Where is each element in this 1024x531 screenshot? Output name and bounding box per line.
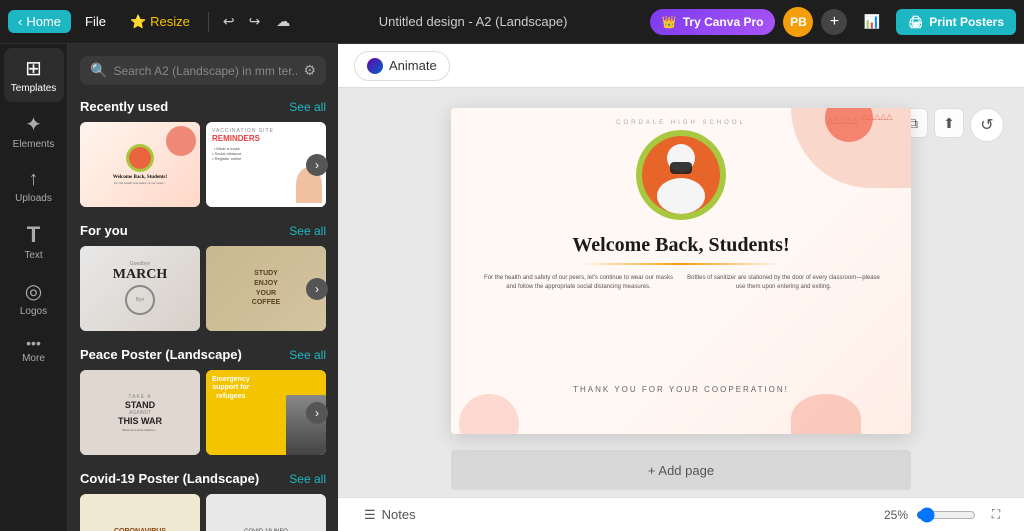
covid-poster-title: Covid-19 Poster (Landscape) xyxy=(80,471,259,486)
bottom-right: 25% ⛶ xyxy=(884,503,1008,527)
notes-icon: ☰ xyxy=(364,507,376,523)
search-bar[interactable]: 🔍 ⚙ xyxy=(80,56,326,85)
template-covid-2[interactable]: COVID-19 INFO xyxy=(206,494,326,531)
for-you-see-all[interactable]: See all xyxy=(289,224,326,238)
sidebar-item-more[interactable]: ••• More xyxy=(4,327,64,372)
poster-avatar xyxy=(636,130,726,220)
sidebar-icons: ⊞ Templates ✦ Elements ↑ Uploads T Text … xyxy=(0,44,68,531)
nav-separator xyxy=(208,12,209,32)
expand-button[interactable]: ⛶ xyxy=(984,503,1008,527)
templates-icon: ⊞ xyxy=(25,56,42,81)
deco-blob-bottom xyxy=(791,394,861,434)
home-button[interactable]: ‹ Home xyxy=(8,10,71,33)
add-page-bar[interactable]: + Add page xyxy=(451,450,911,490)
template-take-stand[interactable]: TAKE A STAND AGAINST THIS WAR Black and … xyxy=(80,370,200,455)
download-button[interactable]: ⬆ xyxy=(934,108,964,138)
sidebar-item-uploads[interactable]: ↑ Uploads xyxy=(4,160,64,212)
poster-body-text: For the health and safety of our peers, … xyxy=(451,274,911,292)
print-posters-button[interactable]: 🖨 Print Posters xyxy=(896,9,1016,35)
try-canva-button[interactable]: 👑 Try Canva Pro xyxy=(650,9,776,35)
sidebar-item-logos[interactable]: ◎ Logos xyxy=(4,271,64,325)
poster-welcome-text: Welcome Back, Students! xyxy=(572,234,789,257)
analytics-button[interactable]: 📊 xyxy=(855,10,888,34)
for-you-nav-arrow[interactable]: › xyxy=(306,278,328,300)
plus-button[interactable]: + xyxy=(821,9,847,35)
school-name: CORDALE HIGH SCHOOL xyxy=(616,120,746,126)
recently-used-see-all[interactable]: See all xyxy=(289,100,326,114)
elements-icon: ✦ xyxy=(25,112,42,137)
text-icon: T xyxy=(27,222,40,248)
peace-poster-nav-arrow[interactable]: › xyxy=(306,402,328,424)
covid-poster-see-all[interactable]: See all xyxy=(289,472,326,486)
covid-poster-grid: CORONAVIRUS COVID-19 INFO xyxy=(80,494,326,531)
sidebar-item-text[interactable]: T Text xyxy=(4,214,64,269)
for-you-title: For you xyxy=(80,223,128,238)
poster-body-left: For the health and safety of our peers, … xyxy=(481,274,676,292)
covid-poster-header: Covid-19 Poster (Landscape) See all xyxy=(80,471,326,486)
bottom-bar: ☰ Notes 25% ⛶ xyxy=(338,497,1024,531)
uploads-icon: ↑ xyxy=(29,168,39,191)
peace-poster-title: Peace Poster (Landscape) xyxy=(80,347,242,362)
resize-button[interactable]: ⭐ Resize xyxy=(120,10,200,34)
poster-content: △△△△△ △△△△△ CORDALE HIGH SCHOOL xyxy=(451,108,911,434)
recently-used-header: Recently used See all xyxy=(80,99,326,114)
recently-used-grid: Welcome Back, Students! For the health a… xyxy=(80,122,326,207)
cloud-button[interactable]: ☁ xyxy=(270,9,296,34)
template-welcome-back[interactable]: Welcome Back, Students! For the health a… xyxy=(80,122,200,207)
poster-thank-you: THANK YOU FOR YOUR COOPERATION! xyxy=(573,385,789,394)
nav-right-area: 👑 Try Canva Pro PB + 📊 🖨 Print Posters xyxy=(650,7,1016,37)
refresh-button[interactable]: ↺ xyxy=(970,108,1004,142)
canvas-area: Animate ⧉ ⬆ ↺ △△△△△ △△△△△ xyxy=(338,44,1024,531)
notes-button[interactable]: ☰ Notes xyxy=(354,503,426,527)
peace-poster-header: Peace Poster (Landscape) See all xyxy=(80,347,326,362)
more-icon: ••• xyxy=(26,335,41,351)
print-icon: 🖨 xyxy=(908,15,923,29)
deco-circle-bottom xyxy=(459,394,519,434)
crown-icon: 👑 xyxy=(662,15,677,29)
template-corona[interactable]: CORONAVIRUS xyxy=(80,494,200,531)
for-you-grid: Goodbye MARCH Bye STUDYENJOYYOURCOFFEE › xyxy=(80,246,326,331)
star-icon: ⭐ xyxy=(130,14,146,30)
sidebar-item-elements[interactable]: ✦ Elements xyxy=(4,104,64,158)
nav-title-area: Untitled design - A2 (Landscape) xyxy=(300,14,645,29)
zoom-level: 25% xyxy=(884,508,908,522)
undo-button[interactable]: ↩ xyxy=(217,9,241,34)
file-button[interactable]: File xyxy=(75,10,116,33)
logos-icon: ◎ xyxy=(25,279,42,304)
zoom-slider[interactable] xyxy=(916,507,976,523)
template-march[interactable]: Goodbye MARCH Bye xyxy=(80,246,200,331)
canvas-container: ⧉ ⬆ ↺ △△△△△ △△△△△ CORDALE HIGH xyxy=(338,88,1024,497)
sidebar-item-templates[interactable]: ⊞ Templates xyxy=(4,48,64,102)
poster-underline xyxy=(581,263,781,265)
recently-used-title: Recently used xyxy=(80,99,168,114)
document-title: Untitled design - A2 (Landscape) xyxy=(379,14,568,29)
person-silhouette xyxy=(642,136,720,214)
add-page-text: + Add page xyxy=(648,463,714,478)
animate-button[interactable]: Animate xyxy=(354,51,450,81)
filter-icon[interactable]: ⚙ xyxy=(303,62,316,79)
canvas-top-tools: ⧉ ⬆ ↺ xyxy=(898,108,1004,142)
search-input[interactable] xyxy=(113,64,297,78)
canvas-toolbar: Animate xyxy=(338,44,1024,88)
peace-poster-see-all[interactable]: See all xyxy=(289,348,326,362)
templates-panel: 🔍 ⚙ Recently used See all Welcome Back, … xyxy=(68,44,338,531)
poster-body-right: Bottles of sanitizer are stationed by th… xyxy=(686,274,881,292)
top-nav: ‹ Home File ⭐ Resize ↩ ↪ ☁ Untitled desi… xyxy=(0,0,1024,44)
chevron-left-icon: ‹ xyxy=(18,14,22,29)
for-you-header: For you See all xyxy=(80,223,326,238)
peace-poster-grid: TAKE A STAND AGAINST THIS WAR Black and … xyxy=(80,370,326,455)
undo-redo-group: ↩ ↪ xyxy=(217,9,266,34)
user-avatar-button[interactable]: PB xyxy=(783,7,813,37)
search-icon: 🔍 xyxy=(90,62,107,79)
redo-button[interactable]: ↪ xyxy=(243,9,267,34)
main-area: ⊞ Templates ✦ Elements ↑ Uploads T Text … xyxy=(0,44,1024,531)
recently-used-nav-arrow[interactable]: › xyxy=(306,154,328,176)
animate-icon xyxy=(367,58,383,74)
poster-canvas: △△△△△ △△△△△ CORDALE HIGH SCHOOL xyxy=(451,108,911,434)
